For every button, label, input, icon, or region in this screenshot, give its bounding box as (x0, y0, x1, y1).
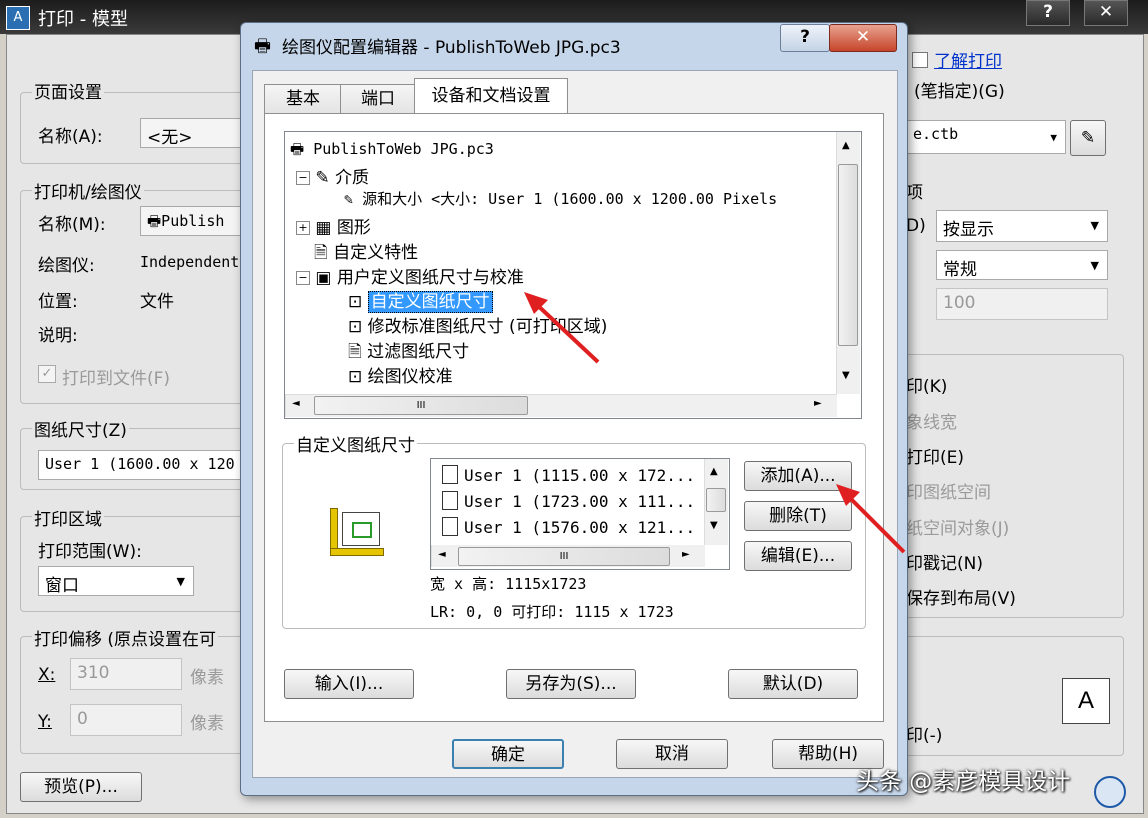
annotation-arrows (524, 292, 906, 554)
arrow-to-add-button (836, 484, 906, 554)
arrow-to-custom-paper-size (524, 292, 600, 364)
watermark: 头条 @素彦模具设计 (856, 769, 1071, 795)
